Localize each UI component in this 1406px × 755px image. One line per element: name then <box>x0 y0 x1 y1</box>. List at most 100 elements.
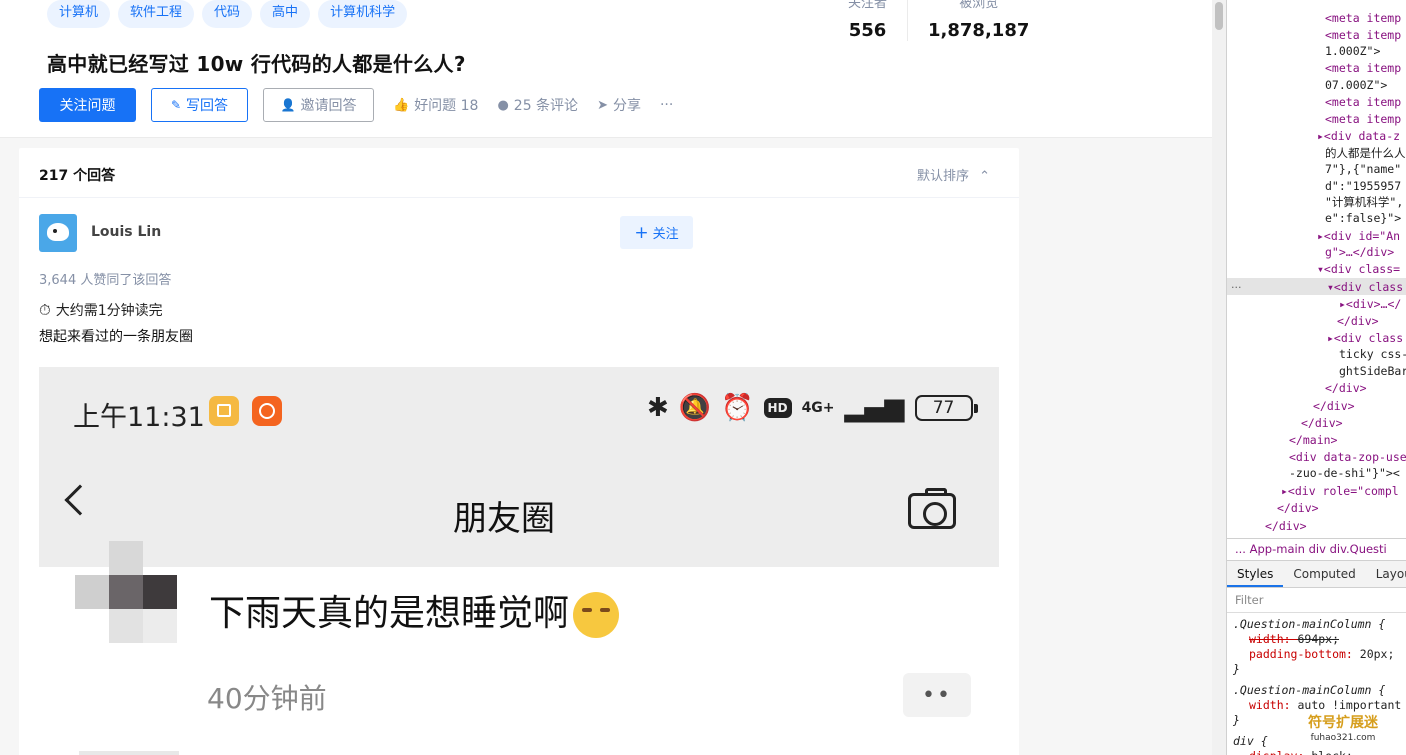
dom-node-line[interactable]: </div> <box>1325 380 1367 396</box>
comments-button[interactable]: ● 25 条评论 <box>497 95 578 115</box>
dom-node-line[interactable]: </div> <box>1313 398 1355 414</box>
dom-node-line[interactable]: <meta itemp <box>1325 111 1401 127</box>
styles-filter-input[interactable]: Filter <box>1227 589 1406 613</box>
tab-styles[interactable]: Styles <box>1227 561 1284 587</box>
dom-node-line[interactable]: ▸<div id="An <box>1317 228 1400 244</box>
dom-node-line[interactable]: -zuo-de-shi"}">< <box>1289 465 1400 481</box>
dom-node-line[interactable]: ▾<div class= <box>1317 261 1400 277</box>
views-stat: 被浏览 1,878,187 <box>907 0 1049 41</box>
answer-image[interactable]: 上午11:31 ✱ 🔕 ⏰ HD 4G+ ▂▄▆ 77 朋友圈 下雨天真的是想睡… <box>39 367 999 755</box>
topic-tag[interactable]: 高中 <box>260 0 311 28</box>
plus-icon: + <box>634 222 649 243</box>
follow-author-button[interactable]: + 关注 <box>620 216 693 249</box>
answer-list-card: 217 个回答 默认排序 ⌃ Louis Lin + 关注 3,644 人赞同了… <box>19 148 1019 755</box>
thumbs-up-icon: 👍 <box>393 97 410 113</box>
dom-node-line[interactable]: 的人都是什么人 <box>1325 145 1406 161</box>
dom-node-line[interactable]: ▸<div data-z <box>1317 128 1400 144</box>
dom-node-line[interactable]: ▸<div role="compl <box>1281 483 1399 499</box>
dom-node-line[interactable]: 7"},{"name" <box>1325 161 1401 177</box>
dom-node-line[interactable]: <meta itemp <box>1325 60 1401 76</box>
dom-node-line[interactable]: </div> <box>1265 518 1307 534</box>
dom-node-line[interactable]: 1.000Z"> <box>1325 43 1380 59</box>
zhihu-question-page: 计算机 软件工程 代码 高中 计算机科学 高中就已经写过 10w 行代码的人都是… <box>0 0 1406 755</box>
invite-answer-button[interactable]: 👤 邀请回答 <box>263 88 374 122</box>
devtools-breadcrumbs[interactable]: ... App-main div div.Questi <box>1227 538 1406 558</box>
css-rule-selector[interactable]: .Question-mainColumn { <box>1233 683 1385 698</box>
more-button[interactable]: ··· <box>660 97 673 113</box>
css-property: display: <box>1249 749 1311 755</box>
vote-summary: 3,644 人赞同了该回答 <box>39 273 172 288</box>
css-value: block; <box>1311 749 1353 755</box>
dom-node-line[interactable]: 07.000Z"> <box>1325 77 1387 93</box>
topic-tag[interactable]: 代码 <box>202 0 253 28</box>
tab-computed[interactable]: Computed <box>1283 561 1365 587</box>
tab-layout[interactable]: Layout <box>1366 561 1406 587</box>
dom-node-line[interactable]: ▸<div class <box>1327 330 1403 346</box>
hd-icon: HD <box>763 398 792 418</box>
css-declaration[interactable]: width: auto !important <box>1249 698 1401 713</box>
dom-node-line[interactable]: e":false}"> <box>1325 210 1401 226</box>
css-value: 694px; <box>1297 632 1340 646</box>
dom-node-line[interactable]: "计算机科学", <box>1325 194 1403 210</box>
css-declaration[interactable]: display: block; <box>1249 749 1353 755</box>
scrollbar-thumb[interactable] <box>1215 2 1223 30</box>
pencil-icon: ✎ <box>170 98 182 112</box>
sort-dropdown[interactable]: 默认排序 ⌃ <box>917 165 990 184</box>
css-rule-close: } <box>1233 662 1240 676</box>
network-label: 4G+ <box>801 400 835 416</box>
dom-node-line[interactable]: </main> <box>1289 432 1337 448</box>
invite-user-icon: 👤 <box>280 98 296 112</box>
read-time: ⏱ 大约需1分钟读完 <box>39 300 163 320</box>
follow-question-button[interactable]: 关注问题 <box>39 88 136 122</box>
write-answer-button[interactable]: ✎ 写回答 <box>151 88 248 122</box>
css-property: width: <box>1249 698 1298 712</box>
dom-node-line[interactable]: g">…</div> <box>1325 244 1394 260</box>
blurred-avatar <box>75 541 178 644</box>
dom-node-line[interactable]: ▸<div>…</ <box>1339 296 1401 312</box>
question-title[interactable]: 高中就已经写过 10w 行代码的人都是什么人? <box>47 48 466 77</box>
comments-label: 25 条评论 <box>513 98 579 114</box>
topic-tag[interactable]: 计算机 <box>47 0 111 28</box>
author-name[interactable]: Louis Lin <box>91 224 161 240</box>
comment-icon: ● <box>497 97 509 113</box>
share-button[interactable]: ➤ 分享 <box>597 95 641 115</box>
followers-label: 关注者 <box>848 0 888 11</box>
share-label: 分享 <box>612 98 641 114</box>
topic-tag[interactable]: 软件工程 <box>118 0 195 28</box>
signal-icon: ▂▄▆ <box>844 393 905 423</box>
dom-node-line[interactable]: d":"1955957 <box>1325 178 1401 194</box>
dom-node-line[interactable]: </div> <box>1301 415 1343 431</box>
read-time-label: 大约需1分钟读完 <box>55 303 163 319</box>
mute-icon: 🔕 <box>678 393 712 423</box>
css-property: width: <box>1249 632 1298 646</box>
dom-node-line[interactable]: </div> <box>1277 500 1319 516</box>
dom-node-line[interactable]: <meta itemp <box>1325 94 1401 110</box>
css-rule-selector[interactable]: div { <box>1233 734 1268 749</box>
css-rule-selector[interactable]: .Question-mainColumn { <box>1233 617 1385 632</box>
moment-more-icon: •• <box>903 673 971 717</box>
watermark: 符号扩展迷 fuhao321.com <box>1308 716 1378 746</box>
answer-list-header: 217 个回答 默认排序 ⌃ <box>19 148 1019 198</box>
topic-tag[interactable]: 计算机科学 <box>318 0 408 28</box>
dom-node-line[interactable]: ghtSideBar <box>1339 363 1406 379</box>
dom-node-line[interactable]: </div> <box>1337 313 1379 329</box>
dom-node-line[interactable]: <meta itemp <box>1325 10 1401 26</box>
watermark-url: fuhao321.com <box>1310 733 1376 743</box>
dom-node-line[interactable]: <div data-zop-use <box>1289 449 1406 465</box>
author-avatar[interactable] <box>39 214 77 252</box>
sort-chevron-icon: ⌃ <box>979 169 991 184</box>
avatar-figure <box>47 223 69 241</box>
dom-node-line[interactable]: ▾<div class <box>1327 279 1403 295</box>
write-answer-label: 写回答 <box>186 98 229 114</box>
battery-icon: 77 <box>914 395 978 421</box>
page-scrollbar[interactable] <box>1212 0 1226 755</box>
css-declaration[interactable]: width: 694px; <box>1249 632 1339 647</box>
invite-answer-label: 邀请回答 <box>300 98 357 114</box>
follow-author-label: 关注 <box>652 227 679 242</box>
dom-node-line[interactable]: <meta itemp <box>1325 27 1401 43</box>
css-declaration[interactable]: padding-bottom: 20px; <box>1249 647 1394 662</box>
good-question-button[interactable]: 👍 好问题 18 <box>393 95 478 115</box>
sort-label: 默认排序 <box>917 169 970 184</box>
dom-node-line[interactable]: ticky css- <box>1339 346 1406 362</box>
followers-stat[interactable]: 关注者 556 <box>828 0 907 41</box>
